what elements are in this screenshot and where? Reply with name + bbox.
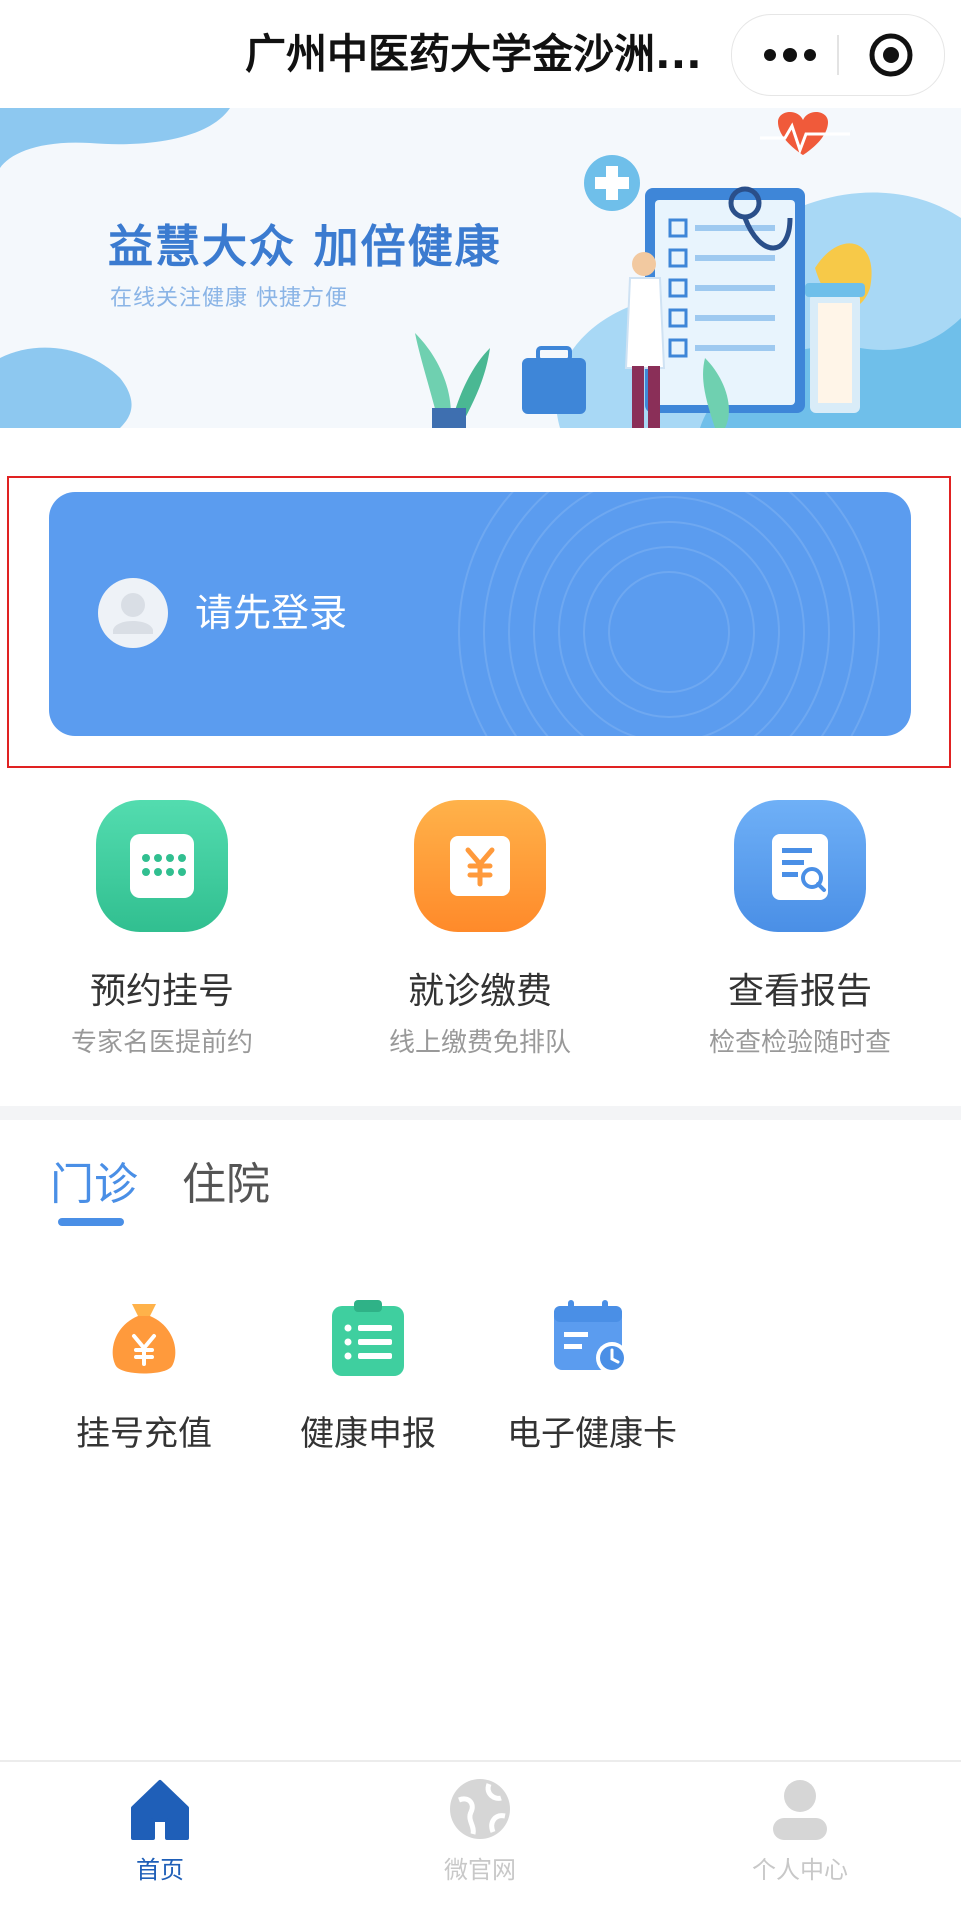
hero-banner: 益慧大众 加倍健康 在线关注健康 快捷方便 [0, 108, 961, 428]
service-title: 查看报告 [727, 971, 872, 1012]
more-dots-icon[interactable] [760, 37, 820, 73]
bottom-tab-bar: 首页 微官网 个人中心 [0, 1760, 961, 1919]
mini-program-capsule [731, 14, 945, 96]
decorative-rings [458, 492, 880, 736]
item-label: 挂号充值 [76, 1414, 212, 1454]
login-prompt[interactable]: 请先登录 [195, 588, 347, 638]
item-label: 健康申报 [300, 1414, 436, 1454]
service-subtitle: 线上缴费免排队 [388, 1028, 571, 1058]
tab-label: 首页 [136, 1856, 184, 1884]
tab-outpatient[interactable]: 门诊 [50, 1148, 138, 1212]
tab-label: 微官网 [444, 1856, 516, 1884]
report-search-icon [734, 800, 866, 932]
service-subtitle: 检查检验随时查 [708, 1028, 891, 1058]
service-report[interactable]: 查看报告 检查检验随时查 [650, 800, 950, 1059]
item-health-declaration[interactable]: 健康申报 [258, 1296, 478, 1455]
calendar-clock-icon [550, 1296, 634, 1380]
money-bag-icon [102, 1296, 186, 1380]
user-icon [765, 1774, 835, 1844]
tab-inpatient[interactable]: 住院 [182, 1148, 270, 1212]
banner-title: 益慧大众 加倍健康 [108, 220, 502, 273]
globe-icon [445, 1774, 515, 1844]
service-subtitle: 专家名医提前约 [70, 1028, 253, 1058]
service-title: 预约挂号 [89, 971, 234, 1012]
tab-official-site[interactable]: 微官网 [380, 1774, 580, 1885]
home-icon [125, 1774, 195, 1844]
calendar-grid-icon [96, 800, 228, 932]
banner-subtitle: 在线关注健康 快捷方便 [110, 286, 348, 311]
item-label: 电子健康卡 [507, 1414, 677, 1454]
capsule-divider [837, 35, 839, 75]
user-avatar-icon [113, 593, 153, 634]
page-title: 广州中医药大学金沙洲... [245, 30, 702, 78]
item-e-health-card[interactable]: 电子健康卡 [482, 1296, 702, 1455]
tab-label: 个人中心 [752, 1856, 848, 1884]
service-appointment[interactable]: 预约挂号 专家名医提前约 [12, 800, 312, 1059]
clipboard-list-icon [326, 1296, 410, 1380]
avatar[interactable] [98, 578, 168, 648]
yen-icon [414, 800, 546, 932]
tab-active-indicator [58, 1218, 124, 1226]
item-registration-recharge[interactable]: 挂号充值 [34, 1296, 254, 1455]
target-circle-icon[interactable] [867, 31, 915, 79]
tab-home[interactable]: 首页 [60, 1774, 260, 1885]
section-divider [0, 1106, 961, 1120]
login-card[interactable]: 请先登录 [49, 492, 911, 736]
service-title: 就诊缴费 [407, 971, 552, 1012]
service-payment[interactable]: 就诊缴费 线上缴费免排队 [330, 800, 630, 1059]
tab-personal-center[interactable]: 个人中心 [700, 1774, 900, 1885]
navigation-bar: 广州中医药大学金沙洲... [0, 0, 961, 108]
